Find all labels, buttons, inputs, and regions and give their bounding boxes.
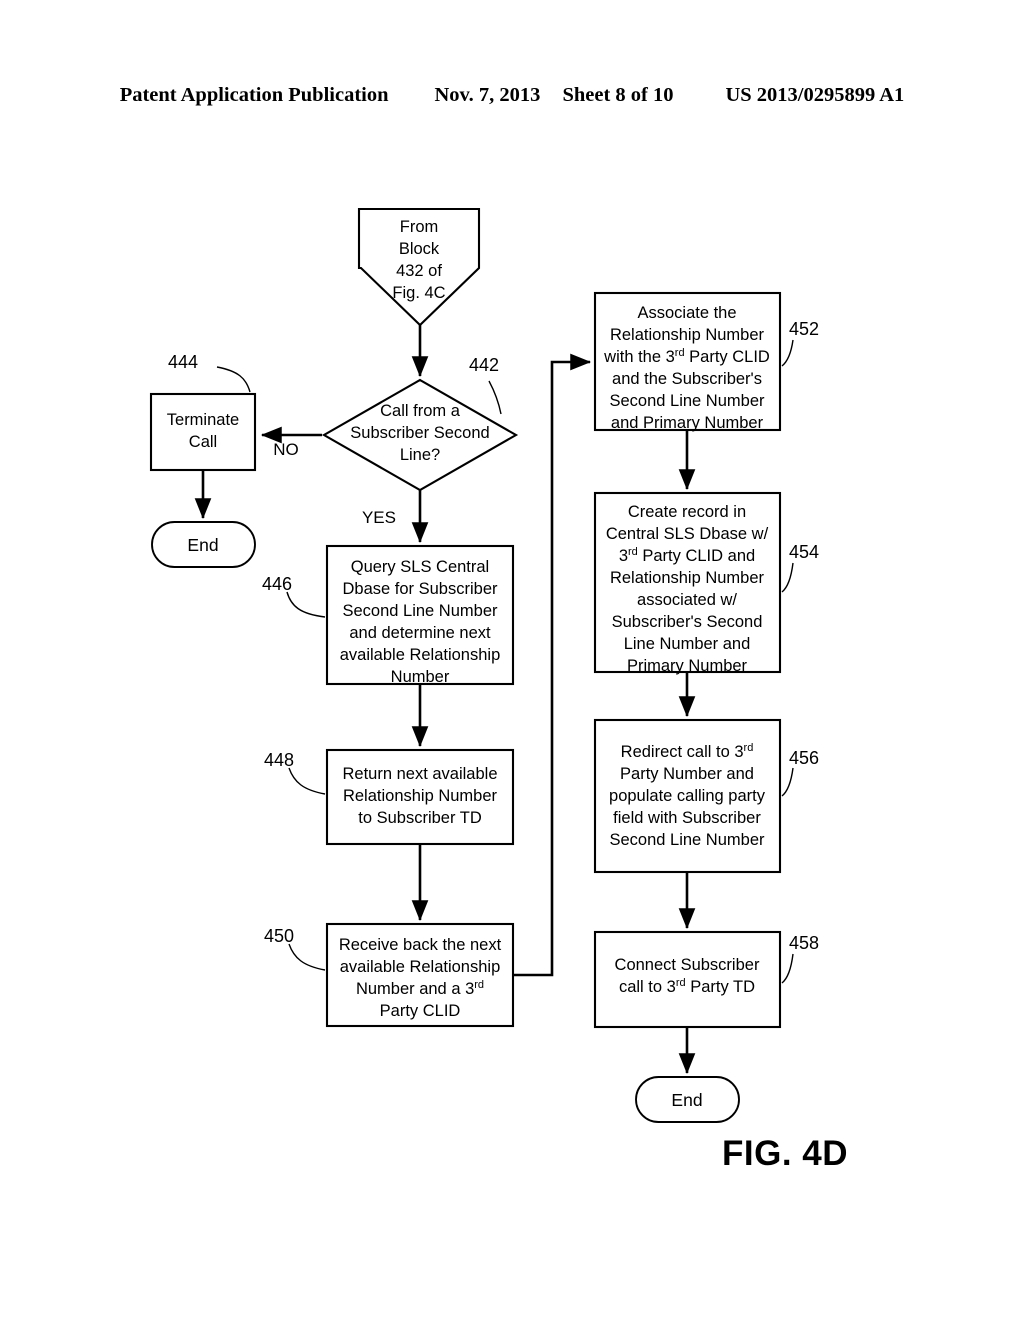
- node-446-line-6: Number: [391, 668, 450, 686]
- node-450-line-3-pre: Number and a 3: [356, 980, 474, 998]
- edge-label-yes: YES: [362, 508, 396, 527]
- patent-page: Patent Application Publication Nov. 7, 2…: [0, 0, 1024, 1320]
- entry-connector-node: From Block 432 of Fig. 4C: [357, 207, 481, 327]
- node-446-line-1: Query SLS Central: [351, 558, 489, 576]
- node-458-line-2-pre: call to 3: [619, 978, 676, 996]
- node-450-line-4: Party CLID: [380, 1002, 461, 1020]
- node-454-line-1: Create record in: [628, 503, 746, 521]
- ref-number-454: 454: [789, 542, 819, 562]
- ref-number-444: 444: [168, 352, 198, 372]
- node-448-line-1: Return next available: [342, 765, 497, 783]
- node-456-line-1-pre: Redirect call to 3: [621, 743, 744, 761]
- process-node-456-redirect-call: Redirect call to 3rd Party Number and po…: [593, 718, 782, 874]
- ref-number-450: 450: [264, 926, 294, 946]
- node-458-line-2-post: Party TD: [686, 978, 755, 996]
- ref-number-456: 456: [789, 748, 819, 768]
- node-452-line-3-post: Party CLID: [685, 348, 770, 366]
- node-444-line-2: Call: [189, 433, 217, 451]
- ref-number-452: 452: [789, 319, 819, 339]
- node-458-line-2: call to 3rd Party TD: [619, 977, 755, 996]
- node-452-line-3-pre: with the 3: [603, 348, 675, 366]
- node-454-line-3: 3rd Party CLID and: [619, 546, 755, 565]
- decision-442-line-2: Subscriber Second: [350, 424, 489, 442]
- leader-line-458: [781, 953, 794, 984]
- node-454-line-3-pre: 3: [619, 547, 628, 565]
- node-446-line-3: Second Line Number: [342, 602, 498, 620]
- process-node-452-associate-relationship-number: Associate the Relationship Number with t…: [593, 291, 782, 432]
- leader-line-446: [286, 591, 326, 618]
- end-right-label: End: [671, 1090, 702, 1110]
- node-452-line-3-superscript: rd: [675, 347, 685, 359]
- ref-number-442: 442: [469, 355, 499, 375]
- node-446-line-5: available Relationship: [340, 646, 501, 664]
- leader-line-450: [288, 943, 326, 971]
- node-452-line-4: and the Subscriber's: [612, 370, 762, 388]
- leader-line-456: [781, 767, 794, 797]
- node-452-line-3: with the 3rd Party CLID: [603, 347, 770, 366]
- entry-node-line-1: From: [400, 218, 439, 236]
- leader-line-454: [781, 562, 794, 593]
- leader-line-442: [488, 380, 502, 415]
- entry-node-line-2: Block: [399, 240, 440, 258]
- edge-450-to-452: [513, 353, 592, 977]
- node-452-line-5: Second Line Number: [609, 392, 765, 410]
- process-node-450-receive-relationship-number: Receive back the next available Relation…: [325, 922, 515, 1028]
- node-456-line-4: field with Subscriber: [613, 809, 761, 827]
- ref-number-446: 446: [262, 574, 292, 594]
- node-450-line-2: available Relationship: [340, 958, 501, 976]
- process-node-448-return-relationship-number: Return next available Relationship Numbe…: [325, 748, 515, 846]
- ref-number-448: 448: [264, 750, 294, 770]
- decision-node-442: Call from a Subscriber Second Line?: [321, 378, 519, 492]
- node-452-line-6: and Primary Number: [611, 414, 764, 432]
- node-454-line-4: Relationship Number: [610, 569, 765, 587]
- leader-line-452: [781, 339, 794, 367]
- node-456-line-2: Party Number and: [620, 765, 754, 783]
- terminator-node-end-right: End: [635, 1076, 740, 1123]
- node-444-line-1: Terminate: [167, 411, 239, 429]
- node-454-line-7: Line Number and: [624, 635, 751, 653]
- node-452-line-1: Associate the: [637, 304, 736, 322]
- leader-line-448: [288, 767, 326, 795]
- node-448-line-2: Relationship Number: [343, 787, 498, 805]
- entry-node-line-4: Fig. 4C: [392, 284, 445, 302]
- node-458-line-2-superscript: rd: [676, 977, 686, 989]
- node-452-line-2: Relationship Number: [610, 326, 765, 344]
- entry-node-line-3: 432 of: [396, 262, 442, 280]
- decision-442-line-3: Line?: [400, 446, 440, 464]
- flowchart-figure-4d: From Block 432 of Fig. 4C Call from a Su…: [149, 207, 819, 1123]
- process-node-454-create-record: Create record in Central SLS Dbase w/ 3r…: [593, 491, 782, 675]
- node-454-line-6: Subscriber's Second: [612, 613, 763, 631]
- figure-caption: FIG. 4D: [722, 1134, 849, 1173]
- node-456-line-3: populate calling party: [609, 787, 766, 805]
- process-node-458-connect-subscriber-call: Connect Subscriber call to 3rd Party TD: [593, 930, 782, 1029]
- node-454-line-2: Central SLS Dbase w/: [606, 525, 769, 543]
- node-454-line-3-superscript: rd: [628, 546, 638, 558]
- end-left-label: End: [187, 535, 218, 555]
- process-node-444-terminate-call: Terminate Call: [149, 392, 257, 472]
- node-450-line-1: Receive back the next: [339, 936, 502, 954]
- node-454-line-5: associated w/: [637, 591, 737, 609]
- decision-442-line-1: Call from a: [380, 402, 461, 420]
- node-450-line-3: Number and a 3rd: [356, 979, 484, 998]
- node-456-line-1-superscript: rd: [744, 742, 754, 754]
- node-454-line-3-post: Party CLID and: [638, 547, 755, 565]
- process-node-446-query-sls: Query SLS Central Dbase for Subscriber S…: [325, 544, 515, 686]
- node-458-line-1: Connect Subscriber: [615, 956, 760, 974]
- node-446-line-2: Dbase for Subscriber: [343, 580, 498, 598]
- node-446-line-4: and determine next: [349, 624, 491, 642]
- leader-line-444: [216, 366, 251, 393]
- node-456-line-5: Second Line Number: [609, 831, 765, 849]
- node-450-line-3-superscript: rd: [474, 979, 484, 991]
- edge-label-no: NO: [273, 440, 299, 459]
- node-456-line-1: Redirect call to 3rd: [621, 742, 754, 761]
- terminator-node-end-left: End: [151, 521, 256, 568]
- ref-number-458: 458: [789, 933, 819, 953]
- node-448-line-3: to Subscriber TD: [358, 809, 482, 827]
